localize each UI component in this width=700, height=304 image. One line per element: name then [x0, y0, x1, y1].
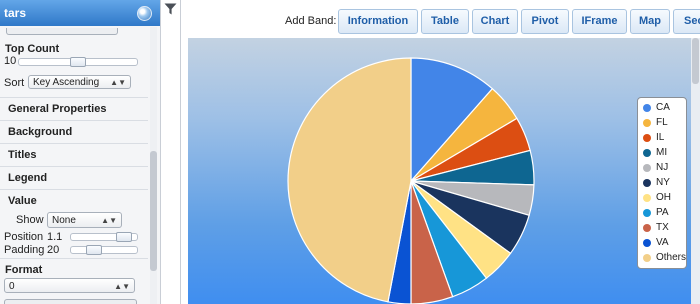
padding-slider[interactable]: [70, 245, 138, 255]
band-button-sec[interactable]: Sec: [673, 9, 700, 34]
legend-swatch: [643, 149, 651, 157]
legend-label: IL: [656, 132, 665, 143]
legend-label: FL: [656, 117, 668, 128]
legend-swatch: [643, 239, 651, 247]
format-dropdown[interactable]: 0 ▲▼: [4, 278, 135, 293]
format-label: Format: [5, 264, 43, 276]
sort-dropdown-value: Key Ascending: [33, 77, 100, 88]
legend-label: MI: [656, 147, 668, 158]
position-value: 1.1: [47, 231, 63, 243]
legend-swatch: [643, 254, 651, 262]
band-button-table[interactable]: Table: [421, 9, 469, 34]
chart-legend: CA FL IL MI NJ NY OH PA TX VA Others: [637, 97, 687, 269]
collapsed-combo[interactable]: [6, 28, 118, 35]
section-titles[interactable]: Titles: [0, 143, 148, 165]
band-button-map[interactable]: Map: [630, 9, 670, 34]
top-count-label: Top Count: [5, 43, 60, 55]
next-combo-stub[interactable]: [4, 299, 137, 304]
main-scrollbar-thumb[interactable]: [692, 38, 699, 84]
legend-label: PA: [656, 207, 669, 218]
panel-scrollbar[interactable]: [150, 27, 157, 304]
chart-area: [188, 38, 700, 304]
section-background[interactable]: Background: [0, 120, 148, 142]
legend-label: CA: [656, 102, 670, 113]
padding-label: Padding: [4, 244, 45, 256]
panel-scrollbar-thumb[interactable]: [150, 151, 157, 271]
pie-slice-others[interactable]: [287, 57, 412, 303]
add-band-label: Add Band:: [285, 15, 337, 27]
top-count-value: 10: [4, 55, 17, 67]
chevron-updown-icon: ▲▼: [101, 216, 117, 225]
legend-label: NY: [656, 177, 670, 188]
legend-label: OH: [656, 192, 671, 203]
chevron-updown-icon: ▲▼: [110, 78, 126, 87]
show-label: Show: [16, 214, 44, 226]
show-dropdown[interactable]: None ▲▼: [47, 212, 122, 228]
legend-swatch: [643, 104, 651, 112]
section-legend[interactable]: Legend: [0, 166, 148, 188]
chevron-updown-icon: ▲▼: [114, 282, 130, 291]
section-general-properties[interactable]: General Properties: [0, 97, 148, 119]
legend-swatch: [643, 194, 651, 202]
band-button-pivot[interactable]: Pivot: [521, 9, 569, 34]
main-scrollbar[interactable]: [691, 38, 700, 304]
globe-icon[interactable]: [137, 6, 152, 21]
legend-swatch: [643, 119, 651, 127]
padding-value: 20: [47, 244, 60, 256]
sort-label: Sort: [4, 77, 25, 89]
legend-label: VA: [656, 237, 669, 248]
section-format[interactable]: Format: [0, 258, 148, 276]
position-slider[interactable]: [70, 232, 138, 242]
band-button-information[interactable]: Information: [338, 9, 418, 34]
panel-header: tars: [0, 0, 160, 26]
top-count-slider-thumb[interactable]: [70, 57, 86, 67]
sort-dropdown[interactable]: Key Ascending ▲▼: [28, 75, 131, 89]
legend-swatch: [643, 134, 651, 142]
properties-panel: tars Top Count 10 Sort Key Ascending ▲▼ …: [0, 0, 161, 304]
position-label: Position: [4, 231, 44, 243]
show-dropdown-value: None: [52, 215, 76, 226]
pie-chart: [287, 57, 535, 304]
band-button-iframe[interactable]: IFrame: [572, 9, 627, 34]
legend-label: TX: [656, 222, 669, 233]
legend-swatch: [643, 224, 651, 232]
legend-swatch: [643, 209, 651, 217]
legend-swatch: [643, 179, 651, 187]
position-slider-thumb[interactable]: [116, 232, 132, 242]
filter-icon[interactable]: [164, 3, 177, 15]
legend-swatch: [643, 164, 651, 172]
panel-title: tars: [4, 6, 27, 20]
format-dropdown-value: 0: [9, 281, 15, 292]
section-value[interactable]: Value: [0, 189, 148, 211]
top-count-slider[interactable]: [18, 57, 138, 67]
band-button-chart[interactable]: Chart: [472, 9, 518, 34]
legend-label: Others: [656, 252, 687, 263]
padding-slider-thumb[interactable]: [86, 245, 102, 255]
legend-label: NJ: [656, 162, 669, 173]
panel-divider: [180, 0, 181, 304]
